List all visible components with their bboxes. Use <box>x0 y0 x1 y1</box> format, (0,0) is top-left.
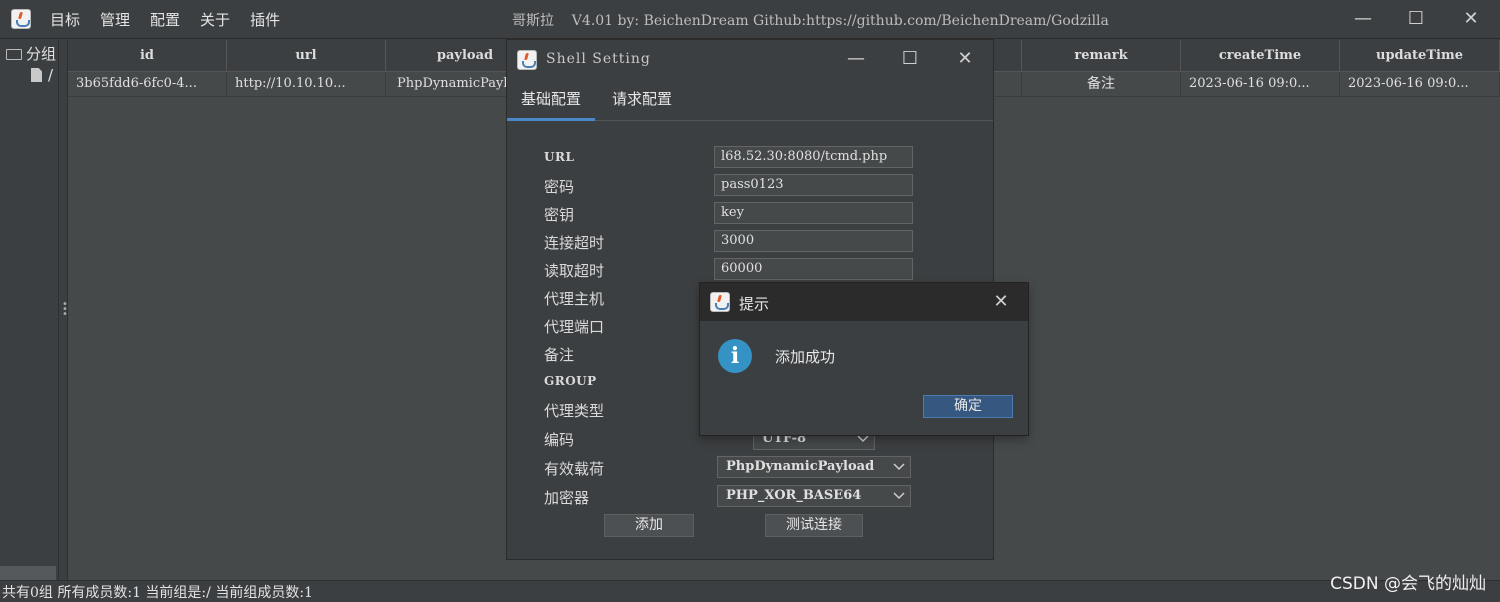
label-payload: 有效载荷 <box>544 460 605 478</box>
ok-button[interactable]: 确定 <box>923 395 1013 418</box>
window-title: 哥斯拉 V4.01 by: BeichenDream Github:https:… <box>512 13 1109 29</box>
column-header-url[interactable]: url <box>227 40 386 71</box>
tree-root-label: 分组 <box>26 45 57 63</box>
tree-node-child[interactable]: / <box>31 66 53 84</box>
shell-close-button[interactable]: ✕ <box>950 46 980 72</box>
label-proxy-host: 代理主机 <box>544 290 605 308</box>
status-text: 共有0组 所有成员数:1 当前组是:/ 当前组成员数:1 <box>2 585 313 601</box>
key-input[interactable]: key <box>714 202 913 224</box>
main-titlebar: 目标 管理 配置 关于 插件 哥斯拉 V4.01 by: BeichenDrea… <box>0 0 1500 39</box>
tree-child-label: / <box>48 66 54 84</box>
column-header-id[interactable]: id <box>68 40 227 71</box>
status-bar: 共有0组 所有成员数:1 当前组是:/ 当前组成员数:1 <box>0 580 1500 601</box>
cell-id: 3b65fdd6-6fc0-4... <box>68 72 227 96</box>
label-password: 密码 <box>544 178 575 196</box>
info-dialog: 提示 ✕ i 添加成功 确定 <box>700 283 1028 435</box>
csdn-watermark: CSDN @会飞的灿灿 <box>1330 574 1486 594</box>
splitter-grip-icon[interactable]: • • • <box>62 300 68 320</box>
connect-timeout-input[interactable]: 3000 <box>714 230 913 252</box>
file-icon <box>31 68 42 82</box>
label-url: URL <box>544 150 575 164</box>
chevron-down-icon <box>893 492 905 500</box>
label-remark: 备注 <box>544 346 575 364</box>
menu-item-about[interactable]: 关于 <box>200 9 230 30</box>
add-button[interactable]: 添加 <box>604 514 694 537</box>
maximize-button[interactable]: ☐ <box>1401 6 1431 32</box>
cell-url: http://10.10.10... <box>227 72 386 96</box>
crypto-select[interactable]: PHP_XOR_BASE64 <box>717 485 911 507</box>
tree-horizontal-scrollbar[interactable] <box>0 566 56 580</box>
test-connection-button[interactable]: 测试连接 <box>765 514 863 537</box>
folder-open-icon <box>6 49 22 60</box>
menu-bar: 目标 管理 配置 关于 插件 <box>50 9 300 30</box>
password-input[interactable]: pass0123 <box>714 174 913 196</box>
chevron-down-icon <box>893 463 905 471</box>
menu-item-config[interactable]: 配置 <box>150 9 180 30</box>
payload-select-value: PhpDynamicPayload <box>726 459 875 474</box>
shell-maximize-button[interactable]: ☐ <box>895 46 925 72</box>
label-proxy-type: 代理类型 <box>544 402 605 420</box>
info-dialog-titlebar[interactable]: 提示 ✕ <box>700 283 1028 321</box>
cell-createtime: 2023-06-16 09:0... <box>1181 72 1340 96</box>
label-crypto: 加密器 <box>544 489 590 507</box>
label-proxy-port: 代理端口 <box>544 318 605 336</box>
tab-basic-config[interactable]: 基础配置 <box>507 80 596 121</box>
crypto-select-value: PHP_XOR_BASE64 <box>726 488 862 503</box>
info-close-button[interactable]: ✕ <box>986 289 1016 315</box>
menu-item-target[interactable]: 目标 <box>50 9 80 30</box>
cell-updatetime: 2023-06-16 09:0... <box>1340 72 1500 96</box>
menu-item-manage[interactable]: 管理 <box>100 9 130 30</box>
label-group: GROUP <box>544 374 597 388</box>
minimize-button[interactable]: — <box>1348 6 1378 32</box>
read-timeout-input[interactable]: 60000 <box>714 258 913 280</box>
info-dialog-title: 提示 <box>739 295 770 313</box>
url-input[interactable]: l68.52.30:8080/tcmd.php <box>714 146 913 168</box>
app-java-icon <box>11 9 31 29</box>
column-header-updatetime[interactable]: updateTime <box>1340 40 1500 71</box>
shell-tabs: 基础配置 请求配置 <box>507 80 993 121</box>
payload-select[interactable]: PhpDynamicPayload <box>717 456 911 478</box>
column-header-createtime[interactable]: createTime <box>1181 40 1340 71</box>
tab-request-config[interactable]: 请求配置 <box>598 80 686 118</box>
cell-remark: 备注 <box>1022 72 1181 96</box>
label-connect-timeout: 连接超时 <box>544 234 605 252</box>
app-java-icon <box>517 50 537 70</box>
app-java-icon <box>710 292 730 312</box>
shell-setting-title: Shell Setting <box>546 51 651 67</box>
group-tree: 分组 / <box>0 40 58 580</box>
info-icon: i <box>718 339 752 373</box>
label-read-timeout: 读取超时 <box>544 262 605 280</box>
column-header-remark[interactable]: remark <box>1022 40 1181 71</box>
shell-minimize-button[interactable]: — <box>841 46 871 72</box>
menu-item-plugins[interactable]: 插件 <box>250 9 280 30</box>
label-key: 密钥 <box>544 206 575 224</box>
label-encoding: 编码 <box>544 431 575 449</box>
info-message: 添加成功 <box>775 348 836 366</box>
shell-setting-titlebar[interactable]: Shell Setting — ☐ ✕ <box>507 40 993 78</box>
tree-node-root[interactable]: 分组 <box>6 43 56 64</box>
close-button[interactable]: ✕ <box>1456 6 1486 32</box>
